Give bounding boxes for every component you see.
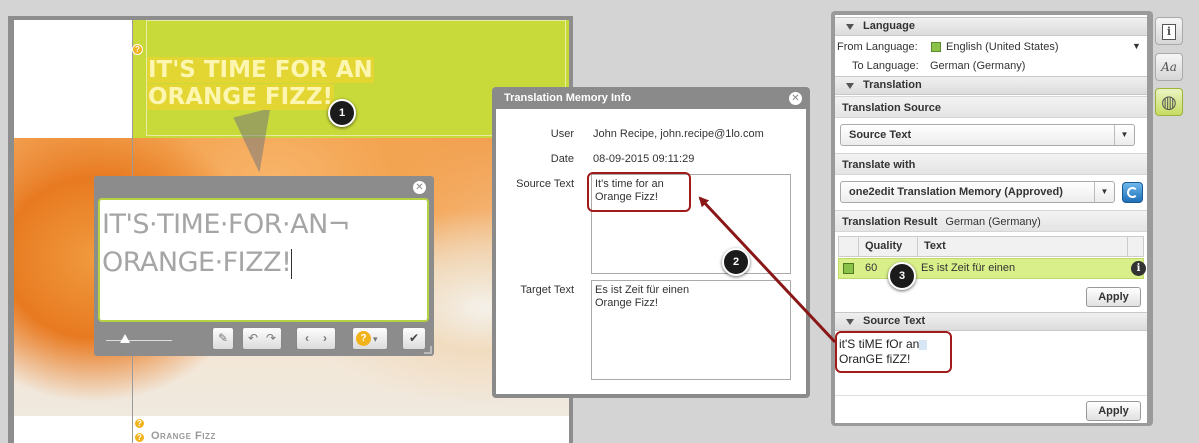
- callout-marker-1: 1: [328, 99, 356, 127]
- confirm-button[interactable]: ✔: [402, 327, 426, 350]
- globe-icon: ◍: [1161, 92, 1177, 112]
- info-panel-button[interactable]: i: [1155, 17, 1183, 45]
- help-menu-button[interactable]: ? ▾: [352, 327, 388, 350]
- dropdown-caret-icon: ▼: [1094, 182, 1114, 202]
- quality-column-header[interactable]: Quality: [865, 240, 902, 252]
- user-label: User: [550, 128, 574, 140]
- apply-source-button[interactable]: Apply: [1086, 401, 1141, 421]
- caption-frame-badge[interactable]: ?: [134, 418, 145, 429]
- zoom-slider-track[interactable]: [106, 340, 172, 341]
- collapse-triangle-icon: [846, 24, 854, 30]
- editor-toolbar: ✎ ↶ ↷ ‹ › ? ▾ ✔: [94, 326, 434, 354]
- callout-marker-2: 2: [722, 248, 750, 276]
- to-language-value: German (Germany): [930, 60, 1026, 72]
- redo-icon[interactable]: ↷: [262, 328, 280, 349]
- translation-result-label: Translation Result German (Germany): [835, 210, 1147, 232]
- refresh-memory-icon[interactable]: [1122, 182, 1143, 203]
- bottom-caption[interactable]: Orange Fizz: [151, 430, 216, 442]
- undo-redo-button-group: ↶ ↷: [242, 327, 282, 350]
- target-text-label: Target Text: [520, 284, 574, 296]
- dialog-title: Translation Memory Info: [504, 92, 632, 104]
- translation-result-language: German (Germany): [945, 216, 1041, 228]
- info-icon: i: [1162, 24, 1176, 40]
- table-row[interactable]: 60 Es ist Zeit für einen i: [838, 258, 1146, 279]
- caption-frame-badge-2[interactable]: ?: [134, 432, 145, 443]
- editor-text-area[interactable]: IT'S·TIME·FOR·AN¬ ORANGE·FIZZ!: [98, 198, 429, 322]
- dropdown-caret-icon: ▼: [1114, 125, 1134, 145]
- font-panel-button[interactable]: Aa: [1155, 53, 1183, 81]
- text-column-header[interactable]: Text: [924, 240, 946, 252]
- editor-close-icon[interactable]: ✕: [413, 181, 426, 194]
- help-icon: ?: [356, 331, 371, 347]
- row-quality: 60: [865, 262, 878, 274]
- language-section-header[interactable]: Language: [835, 17, 1147, 36]
- prev-next-button-group: ‹ ›: [296, 327, 336, 350]
- apply-result-button[interactable]: Apply: [1086, 287, 1141, 307]
- source-text-section-header[interactable]: Source Text: [835, 312, 1147, 331]
- target-line-1: Es ist Zeit für einen: [595, 284, 690, 296]
- collapse-triangle-icon: [846, 319, 854, 325]
- from-language-value[interactable]: English (United States): [946, 41, 1059, 53]
- translation-source-label: Translation Source: [835, 96, 1147, 118]
- headline-line-2: ORANGE FIZZ!: [147, 84, 335, 110]
- checkmark-icon: ✔: [408, 331, 420, 345]
- date-label: Date: [550, 153, 574, 165]
- prev-icon[interactable]: ‹: [298, 328, 316, 349]
- callout-marker-3: 3: [888, 262, 916, 290]
- zoom-slider-thumb[interactable]: [120, 334, 130, 343]
- next-icon[interactable]: ›: [316, 328, 334, 349]
- headline-line-1: IT'S TIME FOR AN: [147, 57, 374, 83]
- translate-with-label: Translate with: [835, 153, 1147, 175]
- info-icon[interactable]: i: [1131, 261, 1146, 276]
- date-value: 08-09-2015 09:11:29: [593, 153, 695, 165]
- target-text-box[interactable]: Es ist Zeit für einen Orange Fizz!: [591, 280, 791, 380]
- translate-with-dropdown[interactable]: one2edit Translation Memory (Approved) ▼: [840, 181, 1115, 203]
- translation-section-header[interactable]: Translation: [835, 76, 1147, 95]
- editor-line-1: IT'S·TIME·FOR·AN¬: [102, 209, 350, 240]
- dialog-close-icon[interactable]: ✕: [789, 92, 802, 105]
- user-value: John Recipe, john.recipe@1lo.com: [593, 128, 764, 140]
- dialog-body: User John Recipe, john.recipe@1lo.com Da…: [496, 109, 806, 394]
- undo-icon[interactable]: ↶: [244, 328, 262, 349]
- source-text-label: Source Text: [516, 178, 574, 190]
- from-language-label: From Language:: [837, 41, 918, 53]
- inline-text-editor: ✕ IT'S·TIME·FOR·AN¬ ORANGE·FIZZ! ✎ ↶ ↷ ‹ ›…: [94, 176, 434, 356]
- panel-content: Language From Language: English (United …: [835, 15, 1147, 423]
- help-caret-icon: ▾: [373, 334, 378, 344]
- to-language-label: To Language:: [852, 60, 919, 72]
- source-text-highlight: [587, 172, 691, 212]
- status-square-icon: [843, 263, 854, 274]
- target-line-2: Orange Fizz!: [595, 297, 658, 309]
- text-cursor: [291, 248, 293, 279]
- translation-panel: Language From Language: English (United …: [831, 11, 1153, 426]
- text-frame-badge[interactable]: ?: [132, 44, 143, 55]
- editor-line-2: ORANGE·FIZZ!: [102, 247, 292, 278]
- resize-grip-icon[interactable]: [424, 346, 432, 354]
- translation-panel-button[interactable]: ◍: [1155, 88, 1183, 116]
- collapse-triangle-icon: [846, 83, 854, 89]
- eyedropper-icon: ✎: [217, 331, 229, 345]
- result-table-header: Quality Text: [838, 236, 1144, 257]
- source-text-highlight: [835, 331, 952, 373]
- translation-source-dropdown[interactable]: Source Text ▼: [840, 124, 1135, 146]
- eyedropper-button[interactable]: ✎: [212, 327, 234, 350]
- status-square-icon: [931, 42, 941, 52]
- translation-memory-dialog: Translation Memory Info ✕ User John Reci…: [492, 87, 810, 398]
- row-text: Es ist Zeit für einen: [921, 262, 1016, 274]
- from-language-caret-icon[interactable]: ▼: [1132, 41, 1141, 51]
- font-icon: Aa: [1161, 60, 1177, 74]
